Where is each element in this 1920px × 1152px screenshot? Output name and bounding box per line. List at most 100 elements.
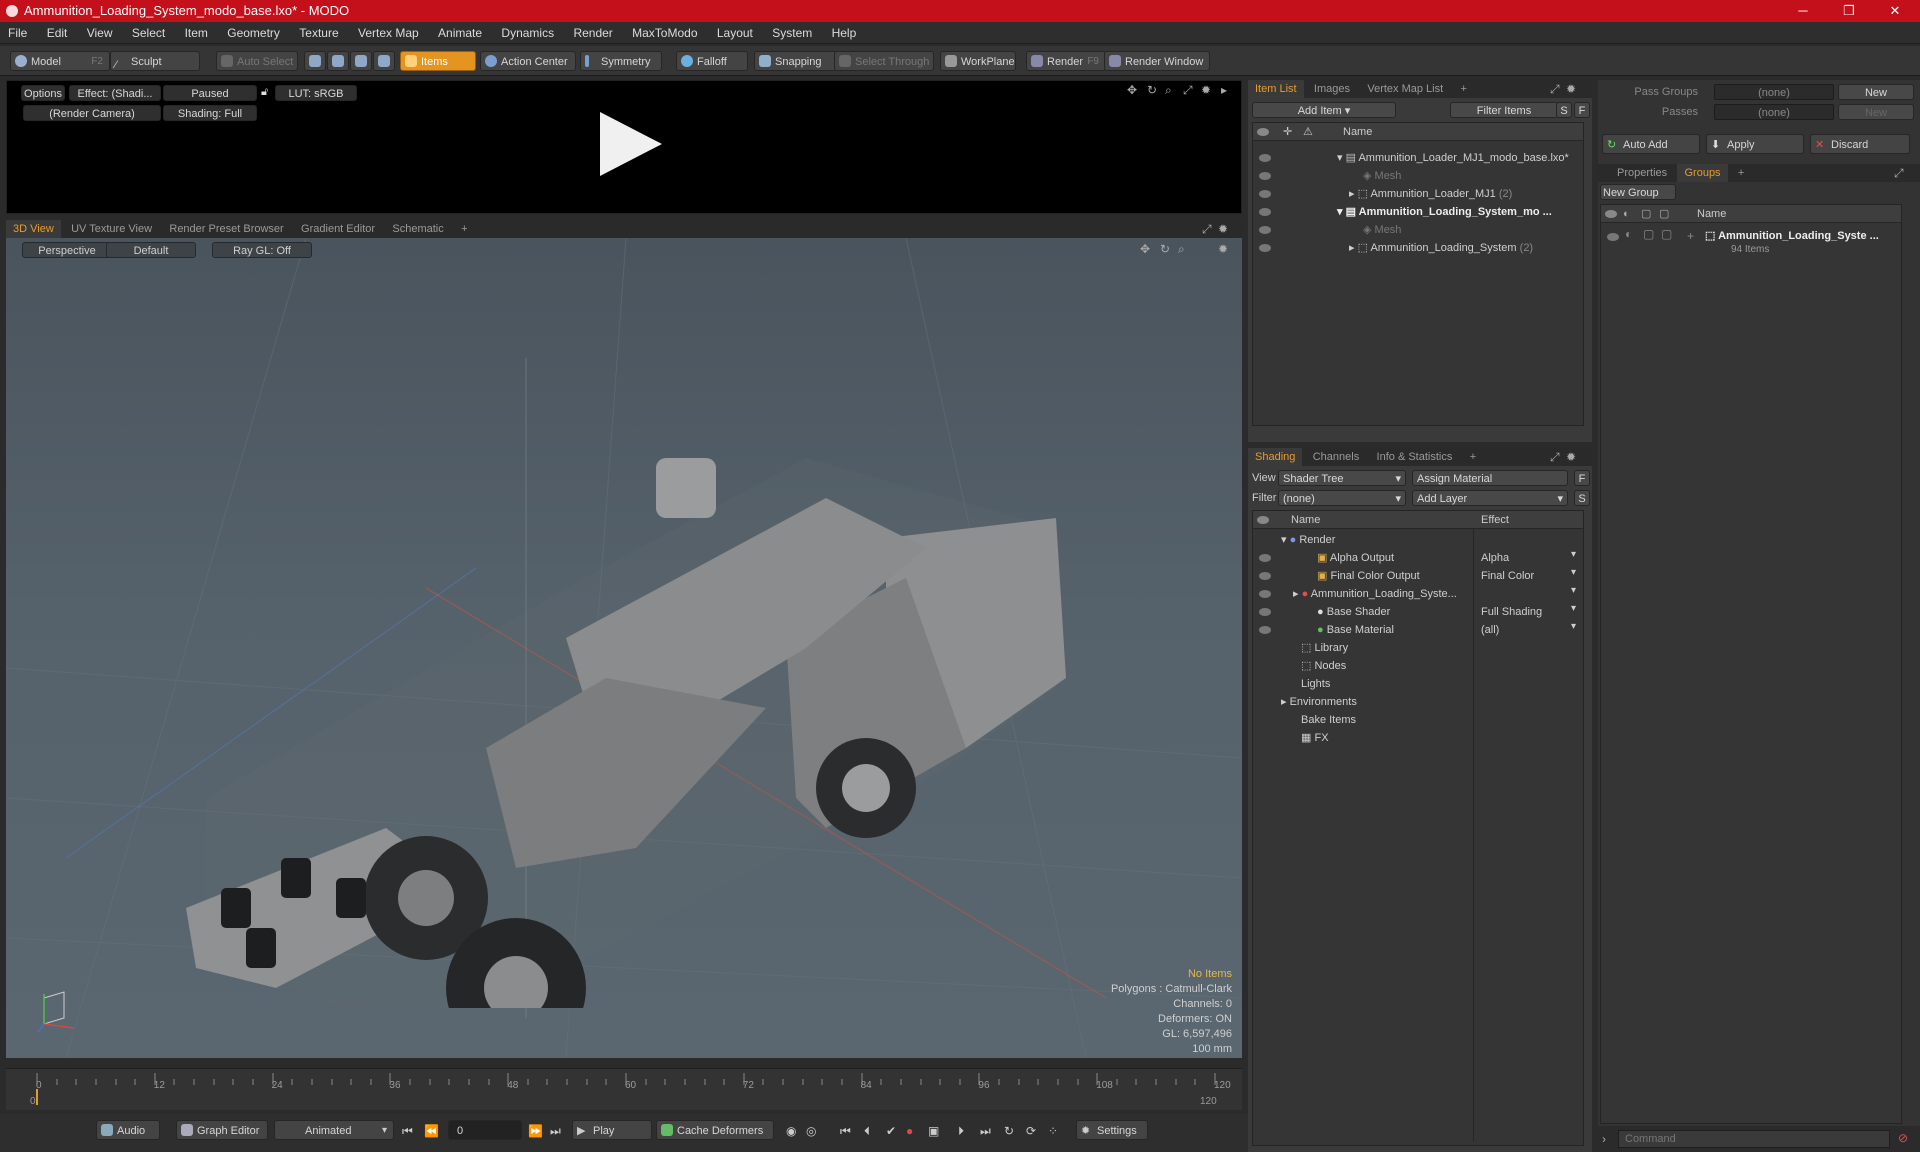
add-item-list-tab[interactable]: +: [1454, 80, 1474, 98]
visibility-eye-icon[interactable]: [1259, 608, 1271, 616]
visibility-eye-icon[interactable]: [1259, 190, 1271, 198]
loop-icon[interactable]: ↻: [1004, 1124, 1014, 1138]
menu-select[interactable]: Select: [124, 22, 173, 44]
minimize-icon[interactable]: ─: [1780, 0, 1826, 22]
step-forward-icon[interactable]: ⏵: [958, 1124, 964, 1139]
select-through-button[interactable]: Select Through: [834, 51, 934, 71]
command-stop-icon[interactable]: ⊘: [1898, 1131, 1908, 1145]
tab-shading[interactable]: Shading: [1248, 448, 1303, 466]
shader-tree-dropdown[interactable]: Shader Tree ▾: [1278, 470, 1406, 486]
render-camera-dropdown[interactable]: (Render Camera): [23, 105, 161, 121]
shading-expand-icon[interactable]: ⤢: [1550, 450, 1560, 465]
shader-row-environments[interactable]: ▸ Environments: [1281, 693, 1357, 711]
play-preview-icon[interactable]: [595, 109, 665, 179]
visibility-eye-icon[interactable]: [1259, 244, 1271, 252]
menu-texture[interactable]: Texture: [291, 22, 346, 44]
menu-layout[interactable]: Layout: [709, 22, 761, 44]
command-input[interactable]: [1618, 1130, 1890, 1148]
passes-dropdown[interactable]: (none): [1714, 104, 1834, 120]
add-layer-dropdown[interactable]: Add Layer ▾: [1412, 490, 1568, 506]
tab-render-preset-browser[interactable]: Render Preset Browser: [162, 220, 290, 238]
cache-deformers-button[interactable]: Cache Deformers: [656, 1120, 774, 1140]
close-icon[interactable]: ✕: [1872, 0, 1918, 22]
new-group-button[interactable]: New Group: [1600, 184, 1676, 200]
next-key-icon[interactable]: ⏩: [528, 1124, 543, 1138]
tab-uv-texture-view[interactable]: UV Texture View: [64, 220, 159, 238]
tree-row-mesh-2[interactable]: ◈ Mesh: [1363, 221, 1401, 239]
keyframe-icon[interactable]: ◉: [786, 1124, 796, 1138]
tab-3d-view[interactable]: 3D View: [6, 220, 61, 238]
assign-material-button[interactable]: Assign Material: [1412, 470, 1568, 486]
select-toggle-icon[interactable]: ▢: [1661, 227, 1672, 241]
model-mode-button[interactable]: Model F2: [10, 51, 110, 71]
maximize-view-icon[interactable]: ⤢: [1183, 83, 1193, 98]
menu-render[interactable]: Render: [565, 22, 620, 44]
item-f-button[interactable]: F: [1574, 102, 1590, 118]
tab-channels[interactable]: Channels: [1306, 448, 1366, 466]
vertices-mode-button[interactable]: [304, 51, 326, 71]
menu-geometry[interactable]: Geometry: [219, 22, 288, 44]
shading-gear-icon[interactable]: ✹: [1566, 450, 1576, 464]
item-list-gear-icon[interactable]: ✹: [1566, 82, 1576, 96]
pass-groups-dropdown[interactable]: (none): [1714, 84, 1834, 100]
zoom-icon[interactable]: ⌕: [1165, 83, 1172, 98]
menu-file[interactable]: File: [0, 22, 35, 44]
add-shading-tab[interactable]: +: [1463, 448, 1483, 466]
shader-row-alpha-output[interactable]: ▣ Alpha Output: [1317, 549, 1394, 567]
lock-toggle-icon[interactable]: ▢: [1643, 227, 1654, 241]
shader-row-material-group[interactable]: ▸ ● Ammunition_Loading_Syste...: [1293, 585, 1457, 603]
visibility-eye-icon[interactable]: [1259, 208, 1271, 216]
tree-row-mesh[interactable]: ◈ Mesh: [1363, 167, 1401, 185]
tab-groups[interactable]: Groups: [1677, 164, 1728, 182]
frame-field[interactable]: 0: [448, 1120, 522, 1140]
tab-info-statistics[interactable]: Info & Statistics: [1370, 448, 1460, 466]
chevron-down-icon[interactable]: ▾: [1571, 603, 1576, 614]
viewport-maximize-icon[interactable]: ⤢: [1202, 222, 1212, 237]
timeline[interactable]: [6, 1068, 1242, 1110]
tab-gradient-editor[interactable]: Gradient Editor: [294, 220, 382, 238]
tree-row-scene[interactable]: ▾ ▤ Ammunition_Loader_MJ1_modo_base.lxo*: [1337, 149, 1569, 167]
key-filter-icon[interactable]: ▣: [928, 1124, 939, 1138]
fast-forward-icon[interactable]: ⏭: [980, 1124, 991, 1139]
tree-row-system-group[interactable]: ▸ ⬚ Ammunition_Loading_System (2): [1349, 239, 1533, 257]
perspective-dropdown[interactable]: Perspective: [22, 242, 112, 258]
tab-item-list[interactable]: Item List: [1248, 80, 1304, 98]
settings-button[interactable]: ✹ Settings: [1076, 1120, 1148, 1140]
item-s-button[interactable]: S: [1556, 102, 1572, 118]
materials-mode-button[interactable]: [373, 51, 395, 71]
menu-maxtomodo[interactable]: MaxToModo: [624, 22, 705, 44]
menu-help[interactable]: Help: [824, 22, 865, 44]
preview-paused-button[interactable]: Paused: [163, 85, 257, 101]
menu-vertex-map[interactable]: Vertex Map: [350, 22, 427, 44]
add-tab-button[interactable]: +: [454, 220, 474, 238]
falloff-button[interactable]: Falloff: [676, 51, 748, 71]
apply-button[interactable]: ⬇ Apply: [1706, 134, 1804, 154]
tab-vertex-map-list[interactable]: Vertex Map List: [1360, 80, 1450, 98]
rewind-icon[interactable]: ⏮: [840, 1124, 851, 1139]
visibility-eye-icon[interactable]: [1607, 233, 1619, 241]
shader-row-base-shader[interactable]: ● Base Shader: [1317, 603, 1390, 621]
render-toggle-icon[interactable]: ◐: [1625, 227, 1632, 241]
shader-row-lights[interactable]: Lights: [1301, 675, 1330, 693]
raygl-dropdown[interactable]: Ray GL: Off: [212, 242, 312, 258]
add-item-dropdown[interactable]: Add Item ▾: [1252, 102, 1396, 118]
tree-row-loader-group[interactable]: ▸ ⬚ Ammunition_Loader_MJ1 (2): [1349, 185, 1512, 203]
chevron-down-icon[interactable]: ▾: [1571, 549, 1576, 560]
item-list-expand-icon[interactable]: ⤢: [1550, 82, 1560, 97]
visibility-eye-icon[interactable]: [1259, 554, 1271, 562]
pan-icon[interactable]: ✥: [1127, 83, 1137, 97]
filter-items-field[interactable]: Filter Items: [1450, 102, 1558, 118]
effect-final-color[interactable]: Final Color: [1481, 567, 1534, 585]
discard-button[interactable]: ✕ Discard: [1810, 134, 1910, 154]
play-button[interactable]: ▶ Play: [572, 1120, 652, 1140]
viewport-options-gear-icon[interactable]: ✹: [1218, 242, 1228, 256]
viewport-pan-icon[interactable]: ✥: [1140, 242, 1150, 256]
sculpt-mode-button[interactable]: ⁄ Sculpt: [110, 51, 200, 71]
timeline-playhead[interactable]: [36, 1089, 38, 1105]
preview-expand-arrow-icon[interactable]: ▸: [1221, 83, 1227, 97]
go-end-icon[interactable]: ⏭: [550, 1124, 561, 1139]
visibility-eye-icon[interactable]: [1259, 590, 1271, 598]
snapping-button[interactable]: Snapping: [754, 51, 838, 71]
menu-dynamics[interactable]: Dynamics: [493, 22, 562, 44]
lut-dropdown[interactable]: LUT: sRGB: [275, 85, 357, 101]
